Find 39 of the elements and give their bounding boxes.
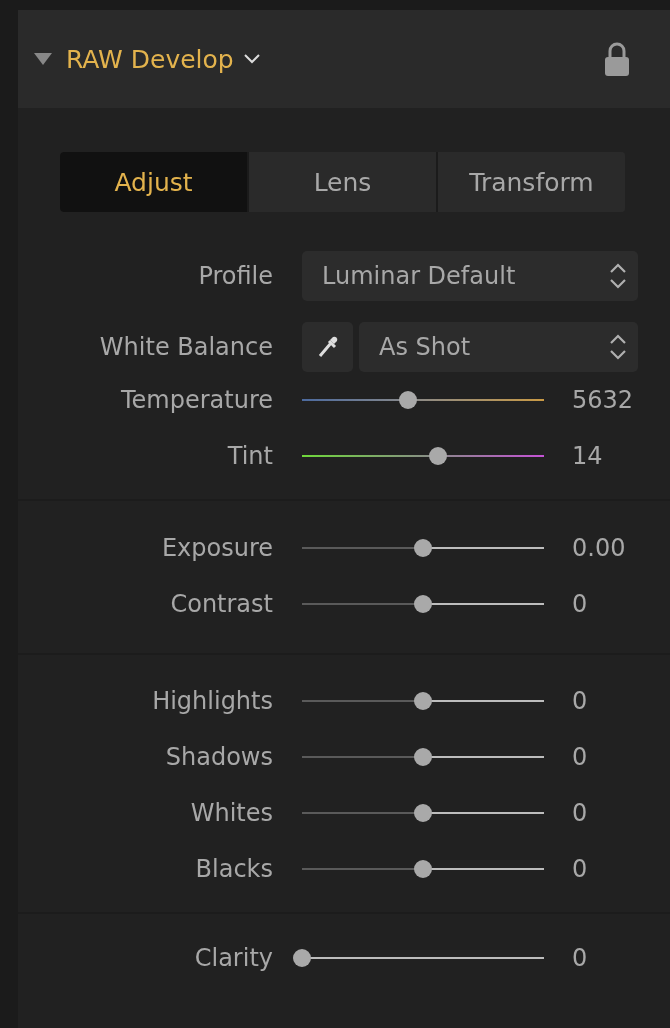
- slider-label: Temperature: [119, 386, 273, 414]
- stepper-icon: [608, 332, 628, 362]
- slider-thumb[interactable]: [414, 539, 432, 557]
- slider-label: Clarity: [193, 944, 273, 972]
- slider-thumb[interactable]: [414, 748, 432, 766]
- balance-mode-dropdown[interactable]: As Shot: [359, 322, 638, 372]
- chevron-down-icon[interactable]: [243, 54, 260, 64]
- slider-value: 0: [572, 944, 588, 972]
- slider-value: 0: [572, 799, 588, 827]
- slider-thumb[interactable]: [414, 692, 432, 710]
- slider-label: Blacks: [194, 855, 273, 883]
- eyedropper-button[interactable]: [302, 322, 353, 372]
- slider-value: 0.00: [572, 534, 626, 562]
- slider-value: 0: [572, 743, 588, 771]
- slider-thumb[interactable]: [428, 447, 447, 465]
- slider-label: Tint: [226, 442, 273, 470]
- slider-label: Exposure: [160, 534, 273, 562]
- profile-label: Profile: [197, 262, 273, 290]
- slider-thumb[interactable]: [414, 595, 432, 613]
- slider-value: 0: [572, 855, 588, 883]
- tab[interactable]: Adjust: [60, 152, 249, 212]
- panel-title[interactable]: RAW Develop: [66, 44, 234, 74]
- slider-value: 0: [572, 687, 588, 715]
- disclosure-triangle-icon[interactable]: [34, 53, 52, 65]
- slider-label: Shadows: [164, 743, 273, 771]
- slider-thumb[interactable]: [414, 804, 432, 822]
- stepper-icon: [608, 261, 628, 291]
- balance-label: White Balance: [98, 333, 273, 361]
- slider-thumb[interactable]: [399, 391, 418, 409]
- slider-value: 14: [572, 442, 603, 470]
- profile-dropdown[interactable]: Luminar Default: [302, 251, 638, 301]
- slider-thumb[interactable]: [293, 949, 311, 967]
- slider-value: 0: [572, 590, 588, 618]
- slider-label: Highlights: [151, 687, 273, 715]
- slider-thumb[interactable]: [414, 860, 432, 878]
- slider-label: Contrast: [169, 590, 273, 618]
- lock-icon[interactable]: [604, 42, 630, 76]
- slider-label: Whites: [189, 799, 273, 827]
- slider-value: 5632: [572, 386, 634, 414]
